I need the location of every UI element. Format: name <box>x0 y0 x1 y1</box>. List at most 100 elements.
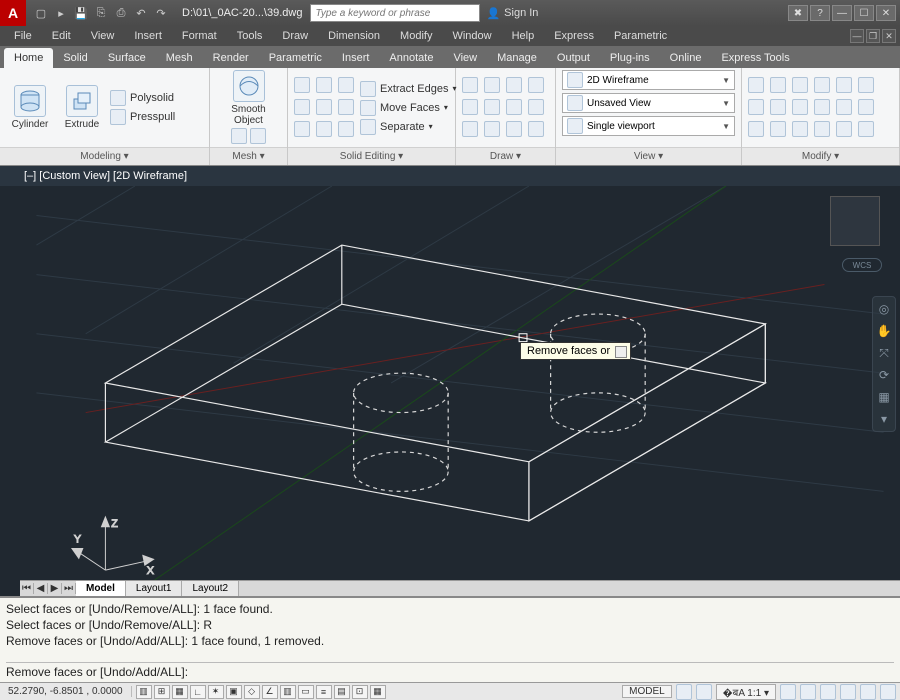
polysolid-button[interactable]: Polysolid <box>110 90 175 106</box>
3dalign-icon[interactable] <box>770 121 786 137</box>
qp-icon[interactable]: ⊡ <box>352 685 368 699</box>
copy-icon[interactable] <box>836 77 852 93</box>
array-icon[interactable] <box>836 99 852 115</box>
mesh-more-icon[interactable] <box>231 128 247 144</box>
isolate-objects-icon[interactable] <box>860 684 876 700</box>
viewport-combo[interactable]: Single viewport▼ <box>562 116 735 136</box>
line-icon[interactable] <box>462 77 478 93</box>
subtract-icon[interactable] <box>316 77 332 93</box>
separate-button[interactable]: Separate▾ <box>360 119 457 135</box>
showmotion-icon[interactable]: ▦ <box>876 389 892 405</box>
panel-modify-title[interactable]: Modify ▾ <box>742 147 899 165</box>
clean-screen-icon[interactable] <box>880 684 896 700</box>
stretch-icon[interactable] <box>792 99 808 115</box>
exchange-icon[interactable]: ✖ <box>788 5 808 21</box>
tab-output[interactable]: Output <box>547 48 600 68</box>
thicken-icon[interactable] <box>316 99 332 115</box>
offset-edge-icon[interactable] <box>338 121 354 137</box>
sign-in-button[interactable]: 👤 Sign In <box>486 7 538 20</box>
menu-help[interactable]: Help <box>502 28 545 44</box>
tpy-icon[interactable]: ▤ <box>334 685 350 699</box>
rotate-icon[interactable] <box>770 77 786 93</box>
scale-icon[interactable] <box>814 99 830 115</box>
extrude-button[interactable]: Extrude <box>58 85 106 130</box>
cylinder-button[interactable]: Cylinder <box>6 85 54 130</box>
presspull-button[interactable]: Presspull <box>110 109 175 125</box>
taper-icon[interactable] <box>316 121 332 137</box>
3darray-icon[interactable] <box>836 121 852 137</box>
menu-parametric[interactable]: Parametric <box>604 28 677 44</box>
lwt-icon[interactable]: ≡ <box>316 685 332 699</box>
tab-home[interactable]: Home <box>4 48 53 68</box>
slice-icon[interactable] <box>294 99 310 115</box>
mesh-less-icon[interactable] <box>250 128 266 144</box>
quick-view-drawings-icon[interactable] <box>696 684 712 700</box>
snap-icon[interactable]: ⊞ <box>154 685 170 699</box>
infer-constraints-icon[interactable]: ▥ <box>136 685 152 699</box>
trim-icon[interactable] <box>792 77 808 93</box>
tab-annotate[interactable]: Annotate <box>379 48 443 68</box>
move-icon[interactable] <box>748 77 764 93</box>
otrack-icon[interactable]: ∠ <box>262 685 278 699</box>
zoom-extents-icon[interactable]: ⤧ <box>876 345 892 361</box>
helix-icon[interactable] <box>506 121 522 137</box>
tab-mesh[interactable]: Mesh <box>156 48 203 68</box>
doc-restore-button[interactable]: ❐ <box>866 29 880 43</box>
coordinate-readout[interactable]: 52.2790, -6.8501 , 0.0000 <box>0 686 132 697</box>
move-faces-button[interactable]: Move Faces▾ <box>360 100 457 116</box>
minimize-button[interactable]: — <box>832 5 852 21</box>
hatch-icon[interactable] <box>528 121 544 137</box>
tab-manage[interactable]: Manage <box>487 48 547 68</box>
3dmirror-icon[interactable] <box>814 121 830 137</box>
sc-icon[interactable]: ▦ <box>370 685 386 699</box>
panel-modeling-title[interactable]: Modeling ▾ <box>0 147 209 165</box>
hardware-accel-icon[interactable] <box>840 684 856 700</box>
tab-last-icon[interactable]: ⏭ <box>62 583 76 594</box>
qat-undo-icon[interactable]: ↶ <box>132 4 150 22</box>
command-prompt[interactable]: Remove faces or [Undo/Add/ALL]: <box>6 662 894 679</box>
workspace-switch-icon[interactable] <box>800 684 816 700</box>
tab-plugins[interactable]: Plug-ins <box>600 48 660 68</box>
dyn-icon[interactable]: ▭ <box>298 685 314 699</box>
spline-icon[interactable] <box>462 99 478 115</box>
full-nav-wheel-icon[interactable]: ◎ <box>876 301 892 317</box>
layout-tab-layout1[interactable]: Layout1 <box>126 581 183 596</box>
panel-solid-editing-title[interactable]: Solid Editing ▾ <box>288 147 455 165</box>
command-line[interactable]: Select faces or [Undo/Remove/ALL]: 1 fac… <box>0 596 900 682</box>
tab-online[interactable]: Online <box>660 48 712 68</box>
tab-express-tools[interactable]: Express Tools <box>711 48 799 68</box>
help-icon[interactable]: ? <box>810 5 830 21</box>
pan-icon[interactable]: ✋ <box>876 323 892 339</box>
fillet-icon[interactable] <box>748 99 764 115</box>
menu-modify[interactable]: Modify <box>390 28 442 44</box>
qat-redo-icon[interactable]: ↷ <box>152 4 170 22</box>
interfere-icon[interactable] <box>858 121 874 137</box>
tab-prev-icon[interactable]: ◀ <box>34 583 48 594</box>
ellipse-icon[interactable] <box>484 99 500 115</box>
polar-icon[interactable]: ✶ <box>208 685 224 699</box>
tab-parametric[interactable]: Parametric <box>259 48 332 68</box>
tab-first-icon[interactable]: ⏮ <box>20 583 34 594</box>
union-icon[interactable] <box>294 77 310 93</box>
maximize-button[interactable]: ☐ <box>854 5 874 21</box>
polyline-icon[interactable] <box>484 77 500 93</box>
tab-solid[interactable]: Solid <box>53 48 97 68</box>
arc-icon[interactable] <box>528 77 544 93</box>
close-button[interactable]: ✕ <box>876 5 896 21</box>
tab-insert[interactable]: Insert <box>332 48 380 68</box>
rectangle-icon[interactable] <box>484 121 500 137</box>
tab-view[interactable]: View <box>443 48 487 68</box>
ducs-icon[interactable]: ▥ <box>280 685 296 699</box>
smooth-object-button[interactable]: Smooth Object <box>225 70 273 126</box>
layout-tab-model[interactable]: Model <box>76 581 126 596</box>
model-space-toggle[interactable]: MODEL <box>622 685 672 698</box>
orbit-icon[interactable]: ⟳ <box>876 367 892 383</box>
offset-icon[interactable] <box>858 99 874 115</box>
layout-tab-layout2[interactable]: Layout2 <box>182 581 239 596</box>
tab-next-icon[interactable]: ▶ <box>48 583 62 594</box>
osnap-icon[interactable]: ▣ <box>226 685 242 699</box>
drawing-area[interactable]: [–] [Custom View] [2D Wireframe] <box>0 166 900 596</box>
menu-insert[interactable]: Insert <box>124 28 172 44</box>
quick-view-layouts-icon[interactable] <box>676 684 692 700</box>
qat-new-icon[interactable]: ▢ <box>32 4 50 22</box>
